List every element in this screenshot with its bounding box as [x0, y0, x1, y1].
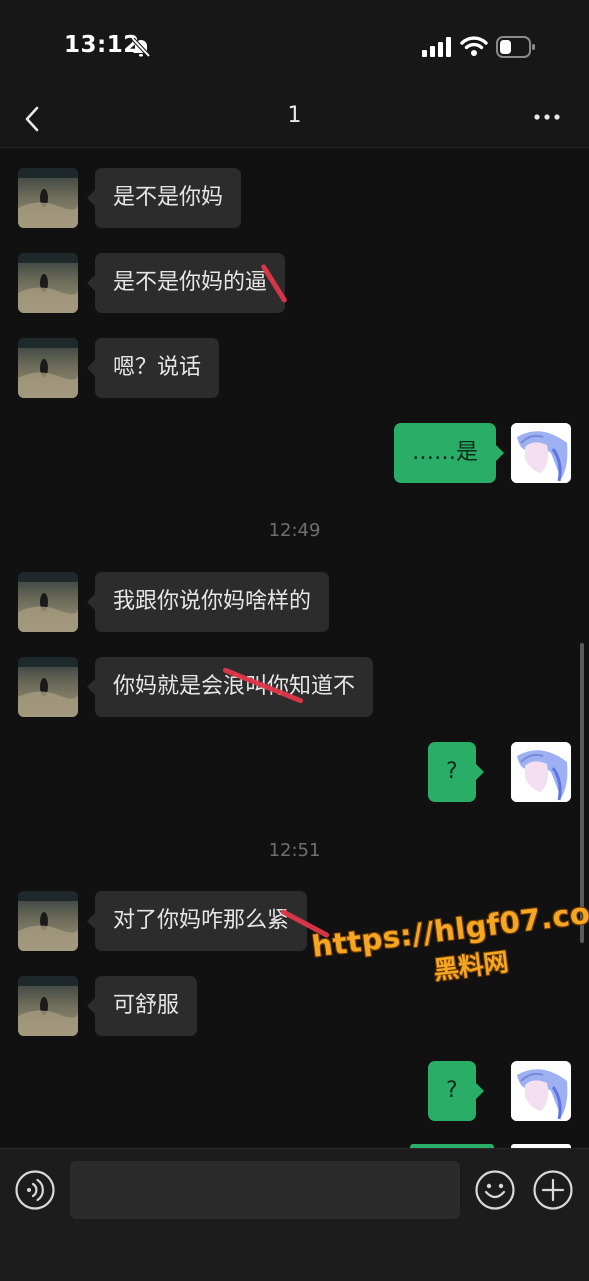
status-time: 13:12	[64, 32, 140, 58]
avatar[interactable]	[18, 891, 78, 951]
message-input[interactable]	[70, 1161, 460, 1219]
message-bubble[interactable]: 你妈就是会浪叫你知道不	[86, 657, 374, 717]
emoji-icon[interactable]	[474, 1169, 516, 1211]
avatar[interactable]	[18, 976, 78, 1036]
message-bubble[interactable]: 嗯？说话	[86, 338, 220, 398]
timestamp: 12:49	[268, 520, 321, 541]
message-outgoing: ?	[0, 742, 589, 802]
message-bubble[interactable]: ?	[428, 742, 484, 802]
voice-icon[interactable]	[14, 1169, 56, 1211]
message-bubble[interactable]: ?	[428, 1061, 484, 1121]
message-bubble[interactable]: 我跟你说你妈啥样的	[86, 572, 330, 632]
message-incoming: 嗯？说话	[0, 338, 589, 398]
message-bubble[interactable]: 对了你妈咋那么紧	[86, 891, 308, 951]
message-bubble[interactable]: 是不是你妈的逼	[86, 253, 286, 313]
timestamp: 12:51	[268, 840, 321, 861]
message-incoming: 是不是你妈的逼	[0, 253, 589, 313]
message-bubble[interactable]: ……是	[394, 423, 505, 483]
avatar[interactable]	[18, 338, 78, 398]
battery-icon	[496, 36, 535, 58]
message-incoming: 你妈就是会浪叫你知道不	[0, 657, 589, 717]
message-bubble[interactable]: 可舒服	[86, 976, 198, 1036]
bell-muted-icon	[131, 37, 151, 58]
chat-title: 1	[287, 103, 302, 128]
message-incoming: 可舒服	[0, 976, 589, 1036]
avatar[interactable]	[18, 253, 78, 313]
signal-icon	[422, 37, 451, 57]
message-outgoing: ……是	[0, 423, 589, 483]
message-list[interactable]: 是不是你妈 是不是你妈的逼 嗯？说话 ……是 12:49 我跟你说你妈啥样的 你…	[0, 148, 589, 1148]
avatar[interactable]	[18, 572, 78, 632]
my-avatar[interactable]	[511, 1061, 571, 1121]
my-avatar[interactable]	[511, 742, 571, 802]
wifi-icon	[460, 36, 488, 56]
status-bar: 13:12	[0, 0, 589, 95]
more-icon[interactable]	[530, 105, 564, 129]
message-bubble[interactable]: 是不是你妈	[86, 168, 242, 228]
chat-header: 1	[0, 95, 589, 148]
plus-icon[interactable]	[532, 1169, 574, 1211]
message-outgoing: ?	[0, 1061, 589, 1121]
my-avatar[interactable]	[511, 423, 571, 483]
message-incoming: 我跟你说你妈啥样的	[0, 572, 589, 632]
message-incoming: 是不是你妈	[0, 168, 589, 228]
avatar[interactable]	[18, 168, 78, 228]
input-bar	[0, 1148, 589, 1281]
avatar[interactable]	[18, 657, 78, 717]
